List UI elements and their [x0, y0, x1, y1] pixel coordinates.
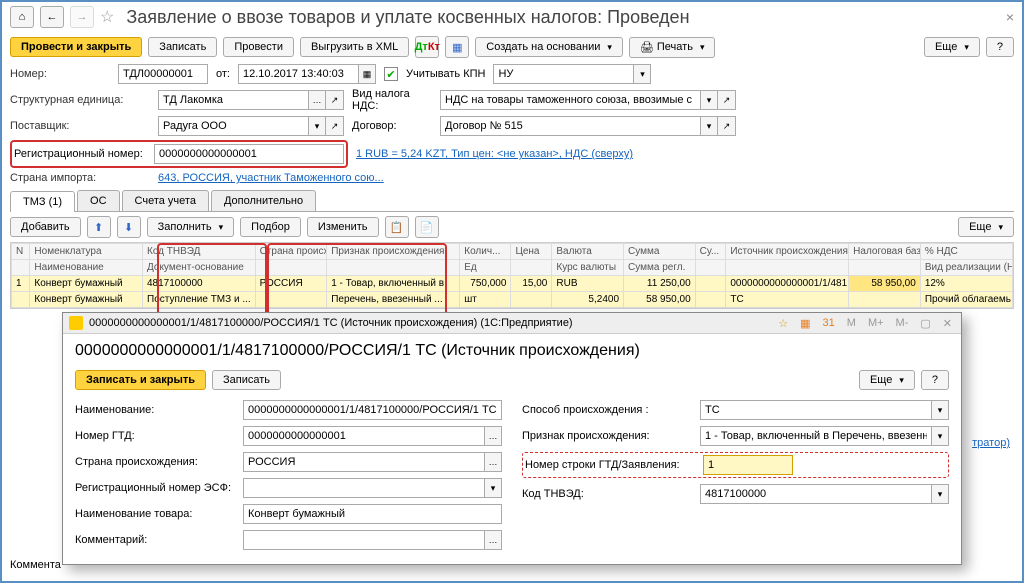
- back-button[interactable]: ←: [40, 6, 64, 28]
- supplier-drop[interactable]: ▾: [308, 116, 326, 136]
- favorite-icon[interactable]: ☆: [100, 7, 114, 27]
- rate-link[interactable]: 1 RUB = 5,24 KZT, Тип цен: <не указан>, …: [356, 148, 633, 160]
- modal-close-icon[interactable]: ✕: [940, 317, 955, 330]
- modal-max-icon[interactable]: ▢: [917, 317, 933, 330]
- page-title: Заявление о ввозе товаров и уплате косве…: [126, 7, 689, 28]
- modal-cal-icon[interactable]: 31: [820, 317, 838, 329]
- country-link[interactable]: 643, РОССИЯ, участник Таможенного сою...: [158, 172, 384, 184]
- paste-icon[interactable]: 📄: [415, 216, 439, 238]
- tab-more[interactable]: Дополнительно: [211, 190, 316, 211]
- unit-open[interactable]: ↗: [326, 90, 344, 110]
- modal-title: 0000000000000001/1/4817100000/РОССИЯ/1 Т…: [75, 342, 949, 360]
- vat-open[interactable]: ↗: [718, 90, 736, 110]
- goods-table: NНоменклатураКод ТНВЭДСтрана происхожд..…: [10, 242, 1014, 309]
- modal-gtd-input[interactable]: [243, 426, 484, 446]
- modal-help-button[interactable]: ?: [921, 370, 949, 390]
- kpn-checkbox[interactable]: ✔: [384, 67, 398, 81]
- modal-tnved-input[interactable]: [700, 484, 931, 504]
- regnum-highlight: Регистрационный номер:: [10, 140, 348, 168]
- copy-icon[interactable]: 📋: [385, 216, 409, 238]
- pick-button[interactable]: Подбор: [240, 217, 301, 237]
- tab-tmz[interactable]: ТМЗ (1): [10, 191, 75, 212]
- help-button[interactable]: ?: [986, 37, 1014, 57]
- number-input[interactable]: [118, 64, 208, 84]
- modal-fav-icon[interactable]: ☆: [775, 317, 791, 330]
- m-btn[interactable]: M: [844, 317, 859, 329]
- supplier-input[interactable]: [158, 116, 308, 136]
- modal-save-button[interactable]: Записать: [212, 370, 281, 390]
- post-button[interactable]: Провести: [223, 37, 294, 57]
- modal-name-input[interactable]: [243, 400, 502, 420]
- tab-os[interactable]: ОС: [77, 190, 120, 211]
- table-row[interactable]: Конверт бумажныйПоступление ТМЗ и ...Пер…: [12, 292, 1013, 308]
- icon-dtkt[interactable]: ДтКт: [415, 36, 439, 58]
- supplier-label: Поставщик:: [10, 120, 150, 132]
- vat-drop[interactable]: ▾: [700, 90, 718, 110]
- date-label: от:: [216, 68, 230, 80]
- kpn-drop[interactable]: ▾: [633, 64, 651, 84]
- modal-more-button[interactable]: Еще: [859, 370, 915, 390]
- tab-accounts[interactable]: Счета учета: [122, 190, 209, 211]
- modal-goods-input[interactable]: [243, 504, 502, 524]
- modal-save-close-button[interactable]: Записать и закрыть: [75, 370, 206, 390]
- vat-input[interactable]: [440, 90, 700, 110]
- vat-label: Вид налога НДС:: [352, 88, 432, 112]
- country-label: Страна импорта:: [10, 172, 150, 184]
- comment-label: Коммента: [10, 559, 61, 571]
- more-button[interactable]: Еще: [924, 37, 980, 57]
- contract-drop[interactable]: ▾: [700, 116, 718, 136]
- move-down-icon[interactable]: ⬇: [117, 216, 141, 238]
- sub-more-button[interactable]: Еще: [958, 217, 1014, 237]
- date-input[interactable]: [238, 64, 358, 84]
- move-up-icon[interactable]: ⬆: [87, 216, 111, 238]
- unit-label: Структурная единица:: [10, 94, 150, 106]
- regnum-label: Регистрационный номер:: [14, 148, 146, 160]
- app-1c-icon: [69, 316, 83, 330]
- contract-label: Договор:: [352, 120, 432, 132]
- modal-window-title: 0000000000000001/1/4817100000/РОССИЯ/1 Т…: [89, 317, 769, 329]
- forward-button[interactable]: →: [70, 6, 94, 28]
- print-button[interactable]: 🖨 Печать: [629, 37, 716, 58]
- kpn-label: Учитывать КПН: [406, 68, 486, 80]
- table-row[interactable]: 1Конверт бумажный4817100000РОССИЯ1 - Тов…: [12, 276, 1013, 292]
- save-button[interactable]: Записать: [148, 37, 217, 57]
- icon-struct[interactable]: ▦: [445, 36, 469, 58]
- contract-open[interactable]: ↗: [718, 116, 736, 136]
- modal-method-input[interactable]: [700, 400, 931, 420]
- modal-comment-input[interactable]: [243, 530, 484, 550]
- number-label: Номер:: [10, 68, 110, 80]
- admin-link[interactable]: тратор): [972, 437, 1010, 449]
- fill-button[interactable]: Заполнить: [147, 217, 235, 237]
- calendar-icon[interactable]: ▦: [358, 64, 376, 84]
- create-based-button[interactable]: Создать на основании: [475, 37, 623, 57]
- export-xml-button[interactable]: Выгрузить в XML: [300, 37, 409, 57]
- gtd-line-highlight: Номер строки ГТД/Заявления:: [522, 452, 949, 478]
- modal-sign-input[interactable]: [700, 426, 931, 446]
- home-button[interactable]: ⌂: [10, 6, 34, 28]
- unit-more[interactable]: …: [308, 90, 326, 110]
- modal-calc-icon[interactable]: ▦: [797, 317, 813, 330]
- kpn-input[interactable]: [493, 64, 633, 84]
- mminus-btn[interactable]: M-: [893, 317, 912, 329]
- regnum-input[interactable]: [154, 144, 344, 164]
- modal-country-input[interactable]: [243, 452, 484, 472]
- close-button[interactable]: ×: [1006, 9, 1014, 25]
- post-and-close-button[interactable]: Провести и закрыть: [10, 37, 142, 57]
- origin-source-dialog: 0000000000000001/1/4817100000/РОССИЯ/1 Т…: [62, 312, 962, 565]
- modal-esf-input[interactable]: [243, 478, 484, 498]
- add-row-button[interactable]: Добавить: [10, 217, 81, 237]
- contract-input[interactable]: [440, 116, 700, 136]
- mplus-btn[interactable]: M+: [865, 317, 887, 329]
- edit-button[interactable]: Изменить: [307, 217, 379, 237]
- unit-input[interactable]: [158, 90, 308, 110]
- supplier-open[interactable]: ↗: [326, 116, 344, 136]
- modal-gtd-line-input[interactable]: [703, 455, 793, 475]
